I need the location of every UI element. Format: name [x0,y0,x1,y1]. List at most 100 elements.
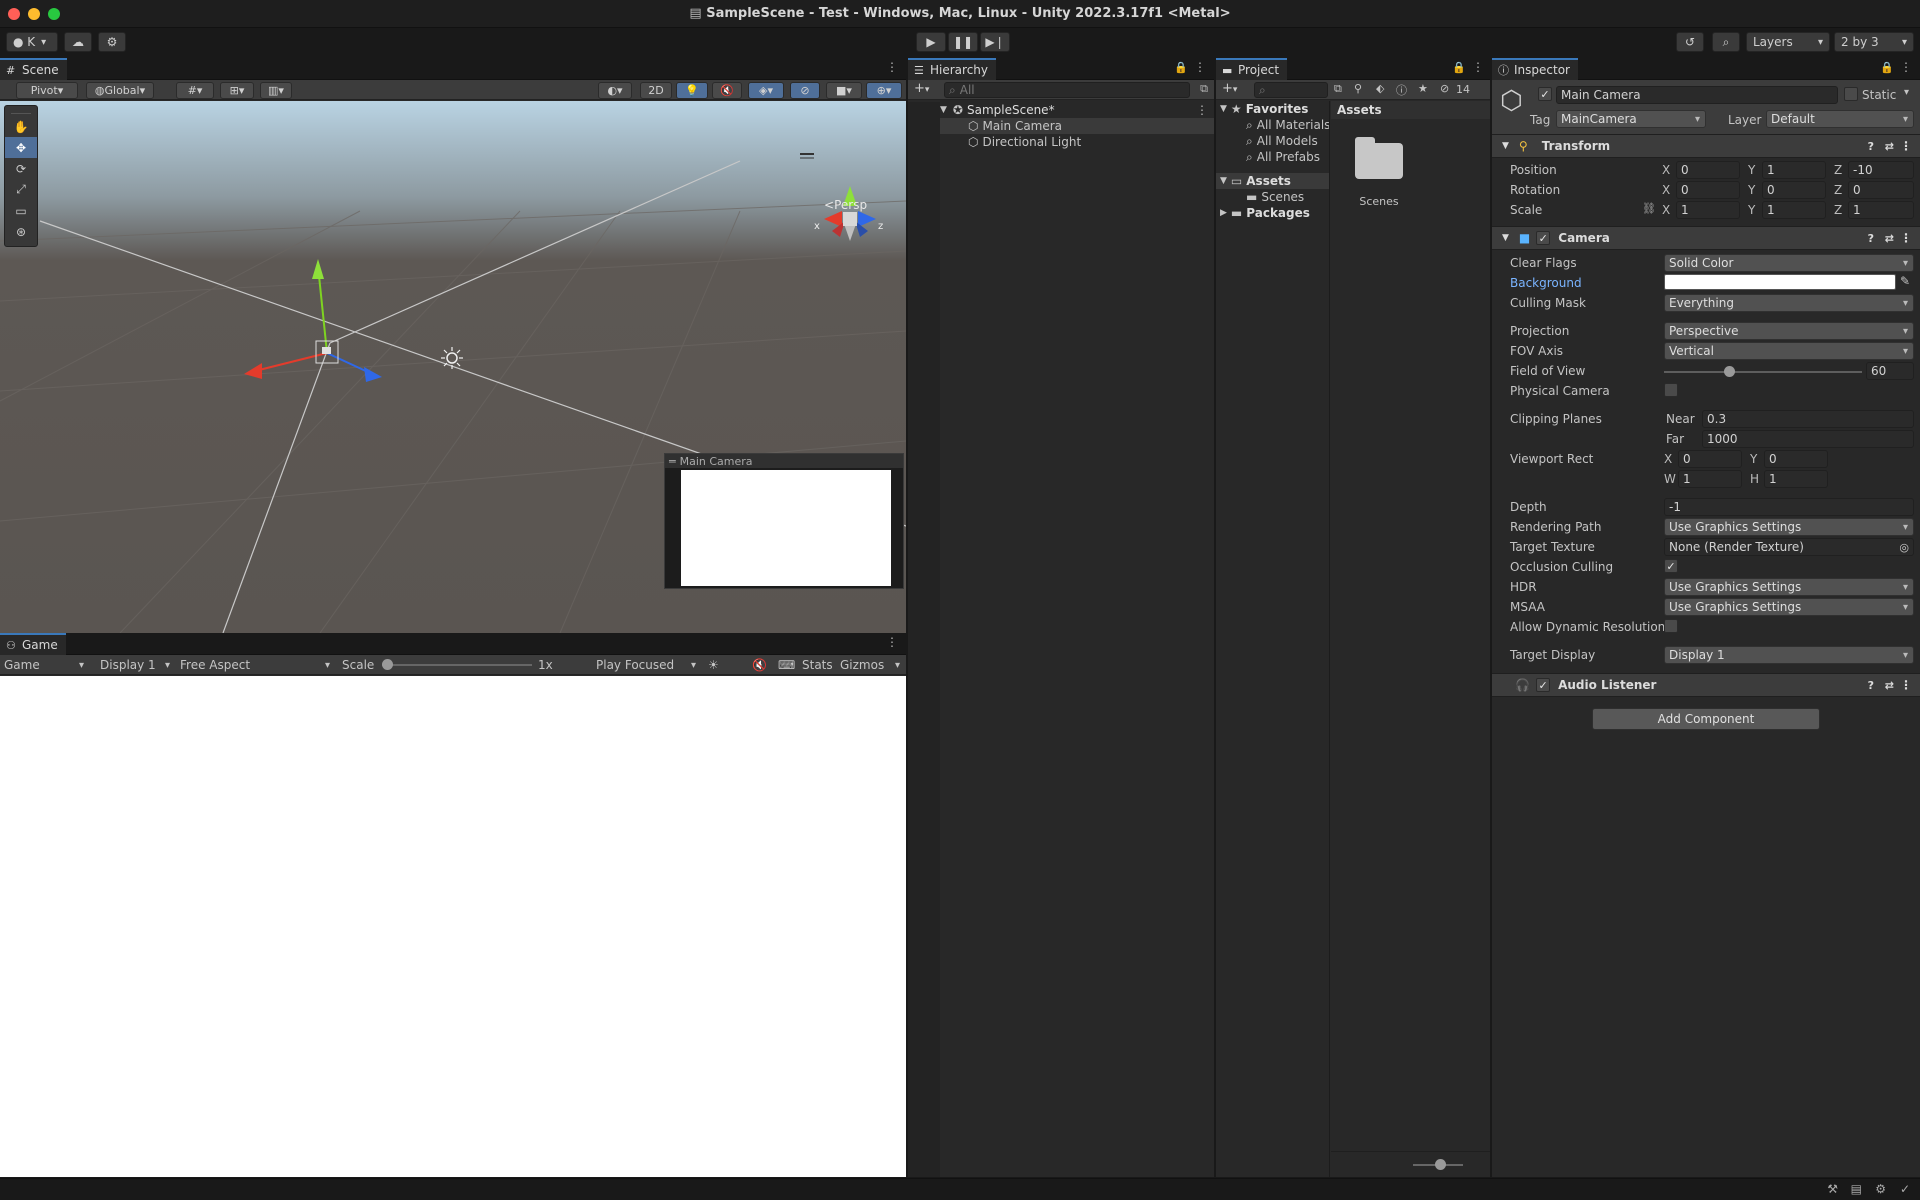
slider-handle[interactable] [1435,1159,1446,1170]
active-checkbox[interactable]: ✓ [1538,87,1552,101]
scale-z-input[interactable]: 1 [1848,201,1914,219]
filter-icon[interactable]: ⧉ [1200,82,1208,96]
tag-icon[interactable]: ⬖ [1376,82,1384,95]
more-options-icon[interactable]: ⋮ [886,60,898,74]
2d-toggle[interactable]: 2D [640,82,672,99]
game-view-dropdown[interactable]: Game ▾ [4,655,88,675]
far-input[interactable]: 1000 [1702,430,1914,448]
persp-toggle[interactable]: <Persp [824,198,867,212]
hdr-dropdown[interactable]: Use Graphics Settings [1664,578,1914,596]
tab-game[interactable]: ⚇ Game [0,633,66,655]
more-options-icon[interactable]: ⋮ [886,635,898,649]
more-options-icon[interactable]: ⋮ [1900,60,1912,74]
more-options-icon[interactable]: ⋮ [1194,60,1206,74]
favorite-all-materials[interactable]: ⌕ All Materials [1246,117,1329,133]
favorite-all-models[interactable]: ⌕ All Models [1246,133,1329,149]
tag-dropdown[interactable]: MainCamera [1556,110,1706,128]
fov-input[interactable]: 60 [1866,362,1914,380]
grid-snap-button[interactable]: #▾ [176,82,214,99]
rendering-path-dropdown[interactable]: Use Graphics Settings [1664,518,1914,536]
rect-tool-icon[interactable]: ▭ [5,200,37,221]
progress-check-icon[interactable]: ✓ [1900,1182,1910,1196]
scenes-folder-row[interactable]: ▬ Scenes [1246,189,1329,205]
star-icon[interactable]: ★ [1418,82,1428,95]
camera-enabled-checkbox[interactable]: ✓ [1536,231,1551,245]
hierarchy-item-main-camera[interactable]: ⬡ Main Camera [940,118,1214,134]
assets-breadcrumb[interactable]: Assets [1331,101,1490,119]
layout-dropdown[interactable]: 2 by 3 ▾ [1834,32,1914,52]
target-display-dropdown[interactable]: Display 1 [1664,646,1914,664]
viewport-y-input[interactable]: 0 [1764,450,1828,468]
preset-icon[interactable]: ⇄ [1885,679,1894,692]
lock-icon[interactable]: 🔒 [1880,61,1894,74]
cloud-button[interactable]: ☁ [64,32,92,52]
scene-root-row[interactable]: ▼ ✪ SampleScene* ⋮ [940,102,1214,118]
tab-hierarchy[interactable]: ☰ Hierarchy [908,58,997,80]
transform-tool-icon[interactable]: ⊛ [5,221,37,242]
game-view[interactable] [0,676,906,1177]
folder-icon[interactable] [1351,137,1407,181]
effects-dropdown[interactable]: ◈▾ [748,82,784,99]
add-object-button[interactable]: +▾ [914,81,929,96]
lock-icon[interactable]: 🔒 [1452,61,1466,74]
create-asset-button[interactable]: +▾ [1222,81,1237,96]
caret-down-icon[interactable]: ▼ [1220,104,1227,114]
slider-handle[interactable] [1724,366,1736,377]
more-options-icon[interactable]: ⋮ [1900,231,1912,245]
slider-handle[interactable] [382,659,393,670]
packages-folder-row[interactable]: ▶ ▬ Packages [1220,205,1329,221]
hierarchy-search-input[interactable]: ⌕ All [944,82,1190,98]
pause-button[interactable]: ❚❚ [948,32,978,52]
caret-down-icon[interactable]: ▼ [1220,176,1227,186]
physical-camera-checkbox[interactable] [1664,383,1678,397]
collab-button[interactable]: ⚙ [98,32,126,52]
msaa-dropdown[interactable]: Use Graphics Settings [1664,598,1914,616]
favorites-row[interactable]: ▼ ★ Favorites [1220,101,1329,117]
pivot-dropdown[interactable]: Pivot ▾ [16,82,78,99]
rotate-tool-icon[interactable]: ⟳ [5,158,37,179]
hidden-packages-icon[interactable]: ⊘ [1440,82,1449,95]
favorite-all-prefabs[interactable]: ⌕ All Prefabs [1246,149,1329,165]
bug-icon[interactable]: ☀ [708,655,719,675]
layer-dropdown[interactable]: Default [1766,110,1914,128]
viewport-x-input[interactable]: 0 [1678,450,1742,468]
occlusion-culling-checkbox[interactable]: ✓ [1664,559,1678,573]
preset-icon[interactable]: ⇄ [1885,232,1894,245]
gizmos-dropdown[interactable]: ⊕▾ [866,82,902,99]
mute-audio-icon[interactable]: 🔇 [752,655,767,675]
rotation-y-input[interactable]: 0 [1762,181,1826,199]
camera-settings-dropdown[interactable]: ■▾ [826,82,862,99]
scale-y-input[interactable]: 1 [1762,201,1826,219]
play-button[interactable]: ▶ [916,32,946,52]
snap-increment-button[interactable]: ⊞▾ [220,82,254,99]
tab-inspector[interactable]: ⓘ Inspector [1492,58,1578,80]
help-icon[interactable]: ? [1868,232,1874,245]
lighting-toggle[interactable]: 💡 [676,82,708,99]
tab-project[interactable]: ▬ Project [1216,58,1288,80]
debug-mode-icon[interactable]: ⚙ [1875,1182,1886,1196]
global-dropdown[interactable]: ◍ Global ▾ [86,82,154,99]
position-x-input[interactable]: 0 [1676,161,1740,179]
hand-tool-icon[interactable]: ✋ [5,116,37,137]
scale-x-input[interactable]: 1 [1676,201,1740,219]
background-color-swatch[interactable] [1664,274,1896,290]
camera-header[interactable]: ▼ ■ ✓ Camera ? ⇄ ⋮ [1492,226,1920,250]
icon-size-slider[interactable] [1413,1159,1463,1170]
target-texture-field[interactable]: None (Render Texture) ◎ [1664,538,1914,556]
culling-mask-dropdown[interactable]: Everything [1664,294,1914,312]
add-component-button[interactable]: Add Component [1592,708,1820,730]
keyboard-icon[interactable]: ⌨ [778,655,795,675]
caret-right-icon[interactable]: ▶ [1220,208,1227,218]
static-checkbox[interactable] [1844,87,1858,101]
search-by-type-icon[interactable]: ⧉ [1334,82,1342,96]
viewport-h-input[interactable]: 1 [1764,470,1828,488]
more-options-icon[interactable]: ⋮ [1900,678,1912,692]
near-input[interactable]: 0.3 [1702,410,1914,428]
caret-down-icon[interactable]: ▼ [1502,233,1509,243]
audio-listener-header[interactable]: 🎧 ✓ Audio Listener ? ⇄ ⋮ [1492,673,1920,697]
more-options-icon[interactable]: ⋮ [1196,103,1208,117]
gizmos-dropdown[interactable]: Gizmos ▾ [840,655,902,675]
scale-tool-icon[interactable]: ⤢ [5,179,37,200]
caret-down-icon[interactable]: ▼ [1502,141,1509,151]
caret-down-icon[interactable]: ▼ [940,105,947,115]
